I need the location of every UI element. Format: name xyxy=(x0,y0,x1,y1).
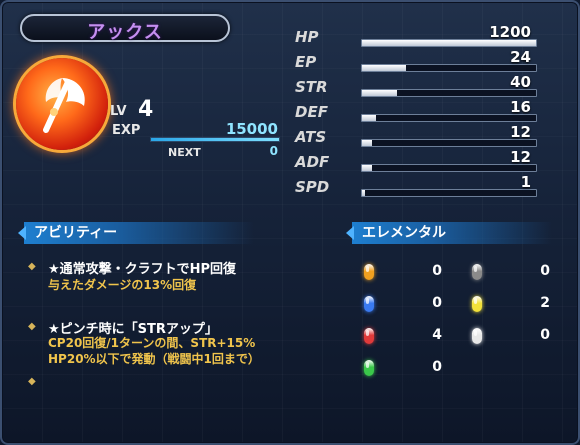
stat-bar-fill xyxy=(362,65,406,71)
ability-bullet-icon: ◆ xyxy=(28,321,36,332)
stat-value: 12 xyxy=(510,148,531,166)
ability-desc-2-line-2: HP20%以下で発動（戦闘中1回まで） xyxy=(48,352,260,366)
next-label: NEXT xyxy=(168,146,201,159)
stat-row-ep: EP 24 xyxy=(295,48,545,75)
character-name: アックス xyxy=(87,22,163,43)
ability-desc-1-line-1: 与えたダメージの13%回復 xyxy=(48,278,197,292)
stat-name: EP xyxy=(295,53,317,71)
stat-name: ADF xyxy=(295,153,330,171)
stat-value: 1 xyxy=(520,173,531,191)
ability-bullet-icon: ◆ xyxy=(28,376,36,387)
water-blue-gem-icon xyxy=(364,296,374,312)
stat-bar-fill xyxy=(362,140,373,146)
exp-label: EXP xyxy=(112,123,141,138)
elemental-value: 4 xyxy=(432,327,442,343)
axe-emblem-icon xyxy=(43,78,85,133)
stat-name: SPD xyxy=(295,178,330,196)
stat-value: 40 xyxy=(510,73,531,91)
stat-name: HP xyxy=(295,28,319,46)
ability-title-1: ★通常攻撃・クラフトでHP回復 xyxy=(48,262,237,277)
character-name-plate: アックス xyxy=(20,14,230,43)
level-label: LV xyxy=(110,104,127,119)
space-yellow-gem-icon xyxy=(472,296,482,312)
level-value: 4 xyxy=(138,97,154,122)
ability-bullet-icon: ◆ xyxy=(28,261,36,272)
earth-orange-gem-icon xyxy=(364,264,374,280)
time-gray-gem-icon xyxy=(472,264,482,280)
elemental-value: 0 xyxy=(432,263,442,279)
exp-bar-fill xyxy=(151,138,279,141)
abilities-header: アビリティー xyxy=(18,222,254,244)
elemental-value: 2 xyxy=(540,295,550,311)
stat-value: 12 xyxy=(510,123,531,141)
stat-name: ATS xyxy=(295,128,327,146)
exp-bar xyxy=(150,137,280,142)
stat-value: 1200 xyxy=(489,23,531,41)
elementals-header-label: エレメンタル xyxy=(362,225,446,241)
stat-bar-fill xyxy=(362,165,373,171)
stat-value: 24 xyxy=(510,48,531,66)
stat-bar-fill xyxy=(362,190,366,196)
ability-desc-2-line-1: CP20回復/1ターンの間、STR+15% xyxy=(48,336,256,350)
abilities-header-label: アビリティー xyxy=(34,225,118,241)
stat-row-str: STR 40 xyxy=(295,73,545,100)
next-value: 0 xyxy=(269,144,278,158)
exp-value: 15000 xyxy=(225,120,278,138)
stat-name: DEF xyxy=(295,103,328,121)
elemental-value: 0 xyxy=(540,327,550,343)
stat-bar-fill xyxy=(362,115,376,121)
elemental-value: 0 xyxy=(432,359,442,375)
stat-row-ats: ATS 12 xyxy=(295,123,545,150)
mirage-white-gem-icon xyxy=(472,328,482,344)
character-status-panel: アックス LV 4 EXP 15000 NEXT 0 HP 1200 EP 24 STR… xyxy=(0,0,580,445)
ability-title-2: ★ピンチ時に「STRアップ」 xyxy=(48,322,218,337)
stat-row-def: DEF 16 xyxy=(295,98,545,125)
stat-value: 16 xyxy=(510,98,531,116)
stat-bar-fill xyxy=(362,90,397,96)
element-orb xyxy=(16,58,108,150)
stat-row-spd: SPD 1 xyxy=(295,173,545,200)
elementals-header: エレメンタル xyxy=(346,222,552,244)
stat-row-hp: HP 1200 xyxy=(295,23,545,50)
wind-green-gem-icon xyxy=(364,360,374,376)
elemental-value: 0 xyxy=(540,263,550,279)
stat-row-adf: ADF 12 xyxy=(295,148,545,175)
fire-red-gem-icon xyxy=(364,328,374,344)
elemental-value: 0 xyxy=(432,295,442,311)
stat-name: STR xyxy=(295,78,328,96)
